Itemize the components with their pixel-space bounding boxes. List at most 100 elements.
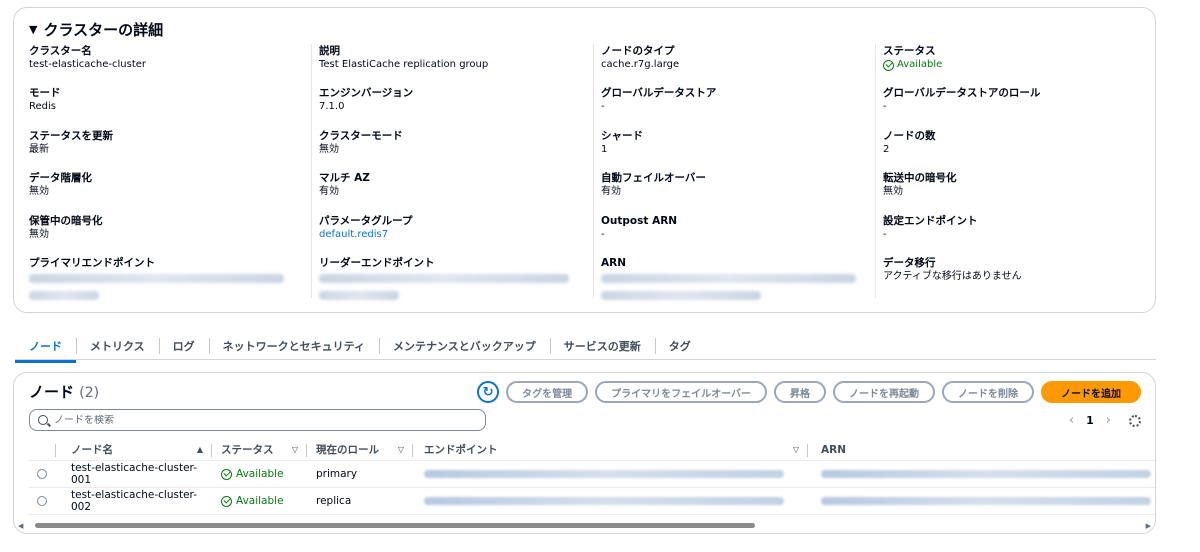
gear-icon[interactable] — [1129, 414, 1141, 427]
field-primary-endpoint: プライマリエンドポイント — [29, 256, 301, 300]
field-node-count: ノードの数 2 — [883, 129, 1139, 171]
redacted-value — [319, 273, 569, 283]
field-label: 自動フェイルオーバー — [601, 172, 706, 185]
field-label: エンジンバージョン — [319, 87, 414, 100]
cluster-details-header[interactable]: ▼ クラスターの詳細 — [29, 19, 163, 40]
next-page-icon[interactable]: › — [1106, 413, 1111, 428]
tab-maintenance-backup[interactable]: メンテナンスとバックアップ — [379, 335, 550, 357]
row-select[interactable] — [29, 469, 55, 479]
row-select[interactable] — [29, 496, 55, 506]
field-value: 有効 — [319, 186, 339, 198]
field-cluster-mode: クラスターモード 無効 — [319, 129, 583, 171]
cluster-details-title: クラスターの詳細 — [43, 21, 164, 39]
redacted-value — [424, 470, 784, 478]
redacted-value — [601, 290, 761, 300]
field-label: グローバルデータストア — [601, 87, 717, 100]
failover-primary-button[interactable]: プライマリをフェイルオーバー — [595, 381, 767, 403]
promote-button[interactable]: 昇格 — [774, 381, 826, 403]
redacted-value — [29, 290, 99, 300]
parameter-group-link[interactable]: default.redis7 — [319, 228, 583, 242]
sort-icon[interactable]: ▽ — [292, 445, 298, 454]
field-label: データ移行 — [883, 256, 936, 269]
node-status: Available — [211, 468, 306, 480]
scroll-right-icon[interactable]: ▶ — [1146, 522, 1151, 530]
field-status: ステータス Available — [883, 44, 1139, 86]
field-description: 説明 Test ElastiCache replication group — [319, 44, 583, 86]
tab-service-updates[interactable]: サービスの更新 — [549, 335, 655, 357]
add-node-button[interactable]: ノードを追加 — [1041, 381, 1141, 403]
redacted-value — [821, 470, 1151, 478]
node-arn — [807, 470, 1155, 478]
field-label: ステータスを更新 — [29, 129, 113, 142]
node-endpoint — [412, 497, 807, 505]
header-endpoint[interactable]: エンドポイント ▽ — [412, 439, 807, 460]
redacted-value — [821, 497, 1151, 505]
field-value: 無効 — [29, 186, 49, 198]
radio-button[interactable] — [37, 496, 47, 506]
node-arn — [807, 497, 1155, 505]
search-input[interactable] — [54, 414, 454, 426]
field-value: Test ElastiCache replication group — [319, 59, 489, 70]
field-label: ノードの数 — [883, 129, 936, 142]
field-value: - — [883, 228, 887, 240]
node-endpoint — [412, 470, 807, 478]
radio-button[interactable] — [37, 469, 47, 479]
field-value: test-elasticache-cluster — [29, 59, 147, 70]
current-page[interactable]: 1 — [1086, 414, 1094, 427]
field-label: ステータス — [883, 45, 936, 57]
field-engine-version: エンジンバージョン 7.1.0 — [319, 86, 583, 128]
header-label: ステータス — [221, 444, 274, 456]
field-value: 有効 — [601, 186, 621, 198]
tab-tags[interactable]: タグ — [654, 335, 705, 357]
field-label: Outpost ARN — [601, 214, 678, 227]
field-label: ARN — [601, 256, 626, 269]
sort-ascending-icon[interactable]: ▲ — [197, 445, 203, 454]
tab-nodes[interactable]: ノード — [15, 335, 76, 363]
scroll-left-icon[interactable]: ◀ — [18, 522, 23, 530]
redacted-value — [601, 273, 856, 283]
header-status[interactable]: ステータス ▽ — [211, 439, 306, 460]
table-header: ノード名 ▲ ステータス ▽ 現在のロール ▽ エンドポイント ▽ ARN — [29, 439, 1155, 461]
field-cluster-name: クラスター名 test-elasticache-cluster — [29, 44, 301, 86]
field-shards: シャード 1 — [601, 129, 865, 171]
field-value: 2 — [883, 143, 890, 155]
field-encryption-at-rest: 保管中の暗号化 無効 — [29, 214, 301, 256]
node-actions: ↻ タグを管理 プライマリをフェイルオーバー 昇格 ノードを再起動 ノードを削除… — [477, 381, 1141, 403]
horizontal-scrollbar[interactable]: ◀ ▶ — [18, 522, 1151, 530]
field-outpost-arn: Outpost ARN - — [601, 214, 865, 256]
node-status: Available — [211, 495, 306, 507]
header-label: ARN — [821, 443, 846, 456]
table-row[interactable]: test-elasticache-cluster-002 Available r… — [29, 488, 1155, 515]
field-global-datastore-role: グローバルデータストアのロール - — [883, 86, 1139, 128]
header-role[interactable]: 現在のロール ▽ — [306, 439, 412, 460]
field-label: 保管中の暗号化 — [29, 214, 103, 227]
scrollbar-track[interactable] — [27, 523, 1141, 529]
scrollbar-thumb[interactable] — [35, 523, 756, 528]
field-value: 無効 — [883, 186, 903, 198]
prev-page-icon[interactable]: ‹ — [1069, 413, 1074, 428]
reboot-node-button[interactable]: ノードを再起動 — [833, 381, 935, 403]
header-arn[interactable]: ARN — [807, 439, 1155, 460]
node-role: primary — [316, 468, 358, 480]
manage-tags-button[interactable]: タグを管理 — [506, 381, 589, 403]
field-reader-endpoint: リーダーエンドポイント — [319, 256, 583, 300]
delete-node-button[interactable]: ノードを削除 — [942, 381, 1034, 403]
header-node-name[interactable]: ノード名 ▲ — [55, 439, 211, 460]
field-label: 説明 — [319, 45, 340, 57]
caret-down-icon[interactable]: ▼ — [29, 23, 37, 36]
tab-network-security[interactable]: ネットワークとセキュリティ — [208, 335, 379, 357]
tab-logs[interactable]: ログ — [158, 335, 209, 357]
sort-icon[interactable]: ▽ — [398, 445, 404, 454]
nodes-count: (2) — [79, 385, 100, 401]
field-node-type: ノードのタイプ cache.r7g.large — [601, 44, 865, 86]
redacted-value — [424, 497, 784, 505]
field-update-status: ステータスを更新 最新 — [29, 129, 301, 171]
redacted-value — [319, 290, 399, 300]
field-label: パラメータグループ — [319, 214, 413, 227]
sort-icon[interactable]: ▽ — [793, 445, 799, 454]
tab-metrics[interactable]: メトリクス — [76, 335, 159, 357]
table-row[interactable]: test-elasticache-cluster-001 Available p… — [29, 461, 1155, 488]
node-name: test-elasticache-cluster-001 — [71, 462, 197, 486]
details-grid: クラスター名 test-elasticache-cluster モード Redi… — [29, 44, 1149, 300]
refresh-button[interactable]: ↻ — [477, 381, 500, 403]
